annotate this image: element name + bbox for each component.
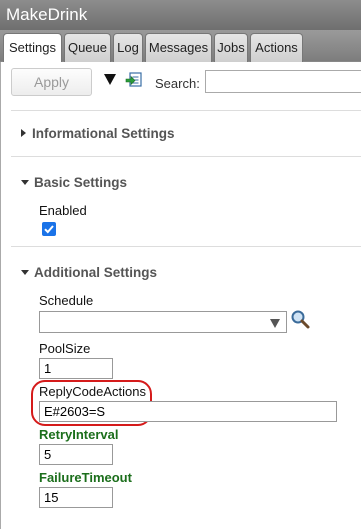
replycodeactions-input[interactable] [39,401,337,422]
enabled-checkbox[interactable] [42,222,56,236]
section-informational-settings[interactable]: Informational Settings [21,126,175,141]
section-additional-settings[interactable]: Additional Settings [21,265,157,280]
schedule-label: Schedule [39,293,94,308]
poolsize-label: PoolSize [39,341,91,356]
retryinterval-input[interactable] [39,444,113,465]
search-icon[interactable] [289,309,311,331]
tab-settings[interactable]: Settings [3,33,62,63]
settings-panel: Apply Search: Informational Settings Bas… [0,62,361,529]
search-label: Search: [155,76,200,91]
window-title: MakeDrink [0,0,361,30]
apply-button[interactable]: Apply [11,68,92,96]
retryinterval-label: RetryInterval [39,427,119,442]
replycodeactions-label: ReplyCodeActions [39,384,146,399]
section-title: Basic Settings [34,175,128,190]
checkmark-icon [44,225,54,234]
failuretimeout-label: FailureTimeout [39,470,132,485]
chevron-down-icon [270,319,280,328]
enabled-label: Enabled [39,203,87,218]
caret-down-icon [21,270,29,275]
divider [11,110,361,111]
menu-dropdown-icon[interactable] [104,74,116,85]
section-basic-settings[interactable]: Basic Settings [21,175,127,190]
caret-right-icon [21,129,26,137]
tab-jobs[interactable]: Jobs [214,33,248,62]
divider [11,246,361,247]
divider [11,156,361,157]
poolsize-input[interactable] [39,358,113,379]
caret-down-icon [21,180,29,185]
tab-queue[interactable]: Queue [64,33,111,62]
section-title: Informational Settings [32,126,175,141]
search-input[interactable] [205,70,361,93]
tab-log[interactable]: Log [113,33,143,62]
export-icon[interactable] [125,71,143,89]
tab-actions[interactable]: Actions [250,33,303,62]
schedule-select[interactable] [39,311,287,333]
failuretimeout-input[interactable] [39,487,113,508]
section-title: Additional Settings [34,265,157,280]
tab-messages[interactable]: Messages [145,33,212,62]
tab-strip: Settings Queue Log Messages Jobs Actions [0,30,361,63]
